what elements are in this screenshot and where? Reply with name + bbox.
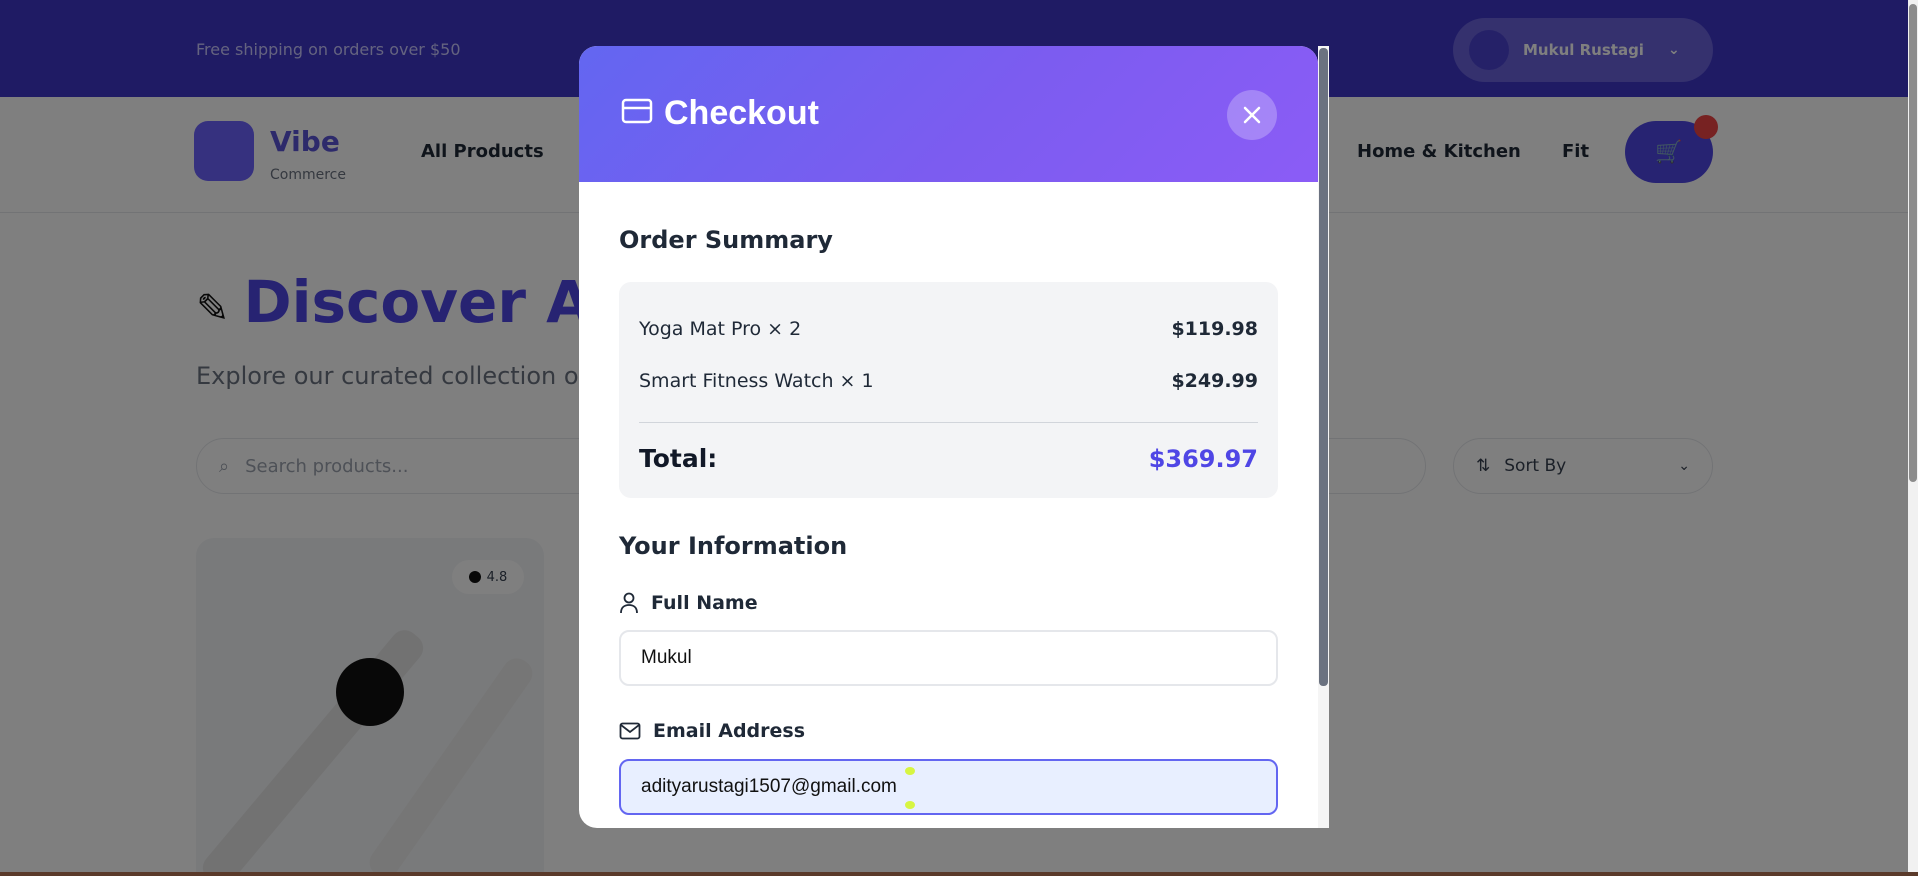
order-summary-title: Order Summary — [619, 226, 833, 254]
modal-header: Checkout — [579, 46, 1318, 182]
email-label: Email Address — [619, 720, 805, 742]
item-price: $249.99 — [1171, 370, 1258, 392]
total-value: $369.97 — [1148, 445, 1258, 473]
modal-scrollbar-thumb[interactable] — [1319, 48, 1328, 686]
full-name-input[interactable] — [619, 630, 1278, 686]
item-name: Smart Fitness Watch × 1 — [639, 370, 874, 392]
page-scrollbar-thumb[interactable] — [1909, 4, 1917, 482]
checkout-modal: Checkout Order Summary Yoga Mat Pro × 2 … — [579, 46, 1318, 828]
email-label-text: Email Address — [653, 720, 806, 742]
page-scrollbar[interactable] — [1908, 0, 1918, 876]
close-icon — [1243, 106, 1261, 124]
total-row: Total: $369.97 — [639, 444, 1258, 473]
total-label: Total: — [639, 444, 718, 473]
item-name: Yoga Mat Pro × 2 — [639, 318, 802, 340]
credit-card-icon — [621, 98, 653, 128]
mail-icon — [619, 722, 641, 740]
modal-title: Checkout — [664, 94, 819, 132]
order-summary-box: Yoga Mat Pro × 2 $119.98 Smart Fitness W… — [619, 282, 1278, 498]
text-cursor-marker — [905, 767, 915, 775]
user-icon — [620, 592, 638, 614]
full-name-label-text: Full Name — [651, 592, 758, 614]
text-cursor-marker — [905, 801, 915, 809]
item-price: $119.98 — [1171, 318, 1258, 340]
modal-scrollbar[interactable] — [1318, 46, 1329, 828]
summary-item-row: Yoga Mat Pro × 2 $119.98 — [639, 318, 1258, 340]
close-button[interactable] — [1227, 90, 1277, 140]
full-name-label: Full Name — [619, 592, 758, 614]
summary-item-row: Smart Fitness Watch × 1 $249.99 — [639, 370, 1258, 392]
email-input[interactable] — [619, 759, 1278, 815]
your-information-title: Your Information — [619, 532, 848, 560]
summary-divider — [639, 422, 1258, 423]
window-bottom-edge — [0, 872, 1918, 876]
